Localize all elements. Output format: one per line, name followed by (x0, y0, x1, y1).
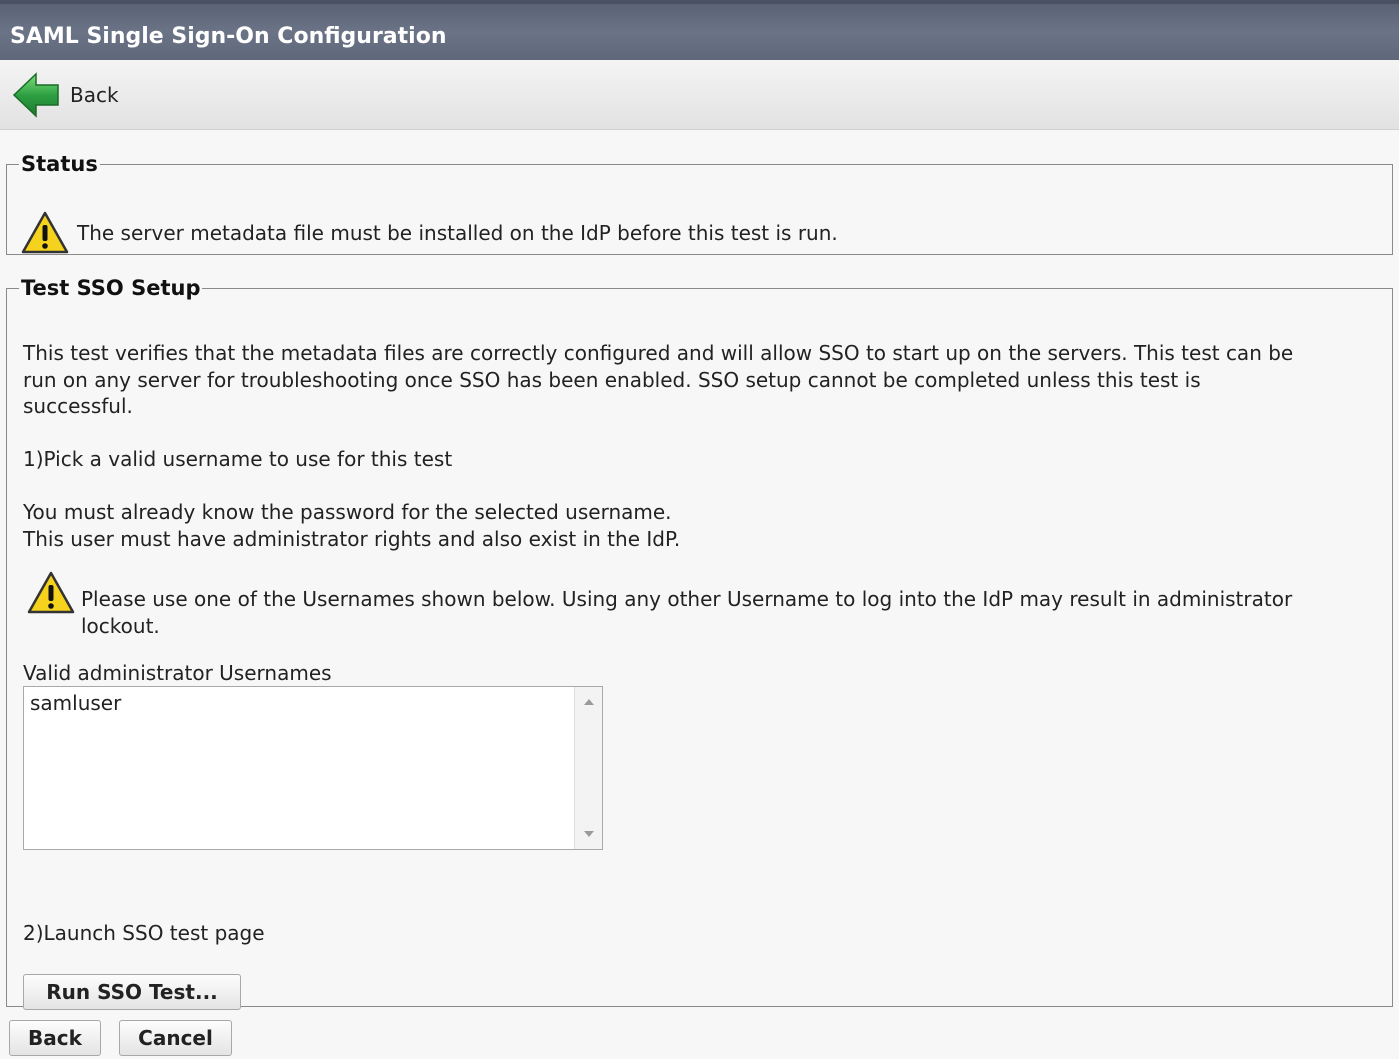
usernames-listbox[interactable]: samluser (23, 686, 603, 850)
description-line: This test verifies that the metadata fil… (23, 341, 1294, 365)
title-bar: SAML Single Sign-On Configuration (0, 0, 1399, 60)
description-line: successful. (23, 394, 133, 418)
back-button[interactable]: Back (9, 1020, 101, 1056)
warning-icon (27, 571, 75, 614)
scroll-down-arrow-icon[interactable] (584, 831, 594, 837)
test-description: This test verifies that the metadata fil… (23, 340, 1363, 420)
toolbar: Back (0, 60, 1399, 130)
page-title: SAML Single Sign-On Configuration (10, 24, 447, 49)
status-message: The server metadata file must be install… (77, 221, 838, 245)
lockout-warning-text: Please use one of the Usernames shown be… (81, 586, 1292, 639)
usernames-label: Valid administrator Usernames (23, 661, 332, 685)
test-sso-setup-section: Test SSO Setup This test verifies that t… (6, 276, 1393, 1010)
test-sso-legend: Test SSO Setup (21, 276, 201, 300)
username-option[interactable]: samluser (30, 691, 121, 715)
status-legend: Status (21, 152, 98, 176)
password-note: You must already know the password for t… (23, 499, 1363, 552)
listbox-scrollbar[interactable] (574, 687, 602, 849)
status-section: Status The server metadata file must be … (6, 152, 1393, 255)
toolbar-back-label: Back (70, 83, 119, 107)
note-line: This user must have administrator rights… (23, 526, 681, 551)
toolbar-back-link[interactable]: Back (12, 70, 119, 120)
step2-label: 2)Launch SSO test page (23, 921, 265, 945)
cancel-button[interactable]: Cancel (119, 1020, 232, 1056)
note-line: You must already know the password for t… (23, 500, 672, 524)
status-row: The server metadata file must be install… (21, 210, 838, 256)
run-sso-test-button[interactable]: Run SSO Test... (23, 974, 241, 1010)
description-line: run on any server for troubleshooting on… (23, 367, 1201, 392)
warning-line: lockout. (81, 613, 160, 638)
warning-line: Please use one of the Usernames shown be… (81, 587, 1293, 611)
scroll-up-arrow-icon[interactable] (584, 699, 594, 705)
warning-icon (21, 211, 69, 254)
step1-label: 1)Pick a valid username to use for this … (23, 447, 453, 471)
lockout-warning: Please use one of the Usernames shown be… (27, 570, 1367, 639)
green-left-arrow-icon (12, 72, 59, 118)
